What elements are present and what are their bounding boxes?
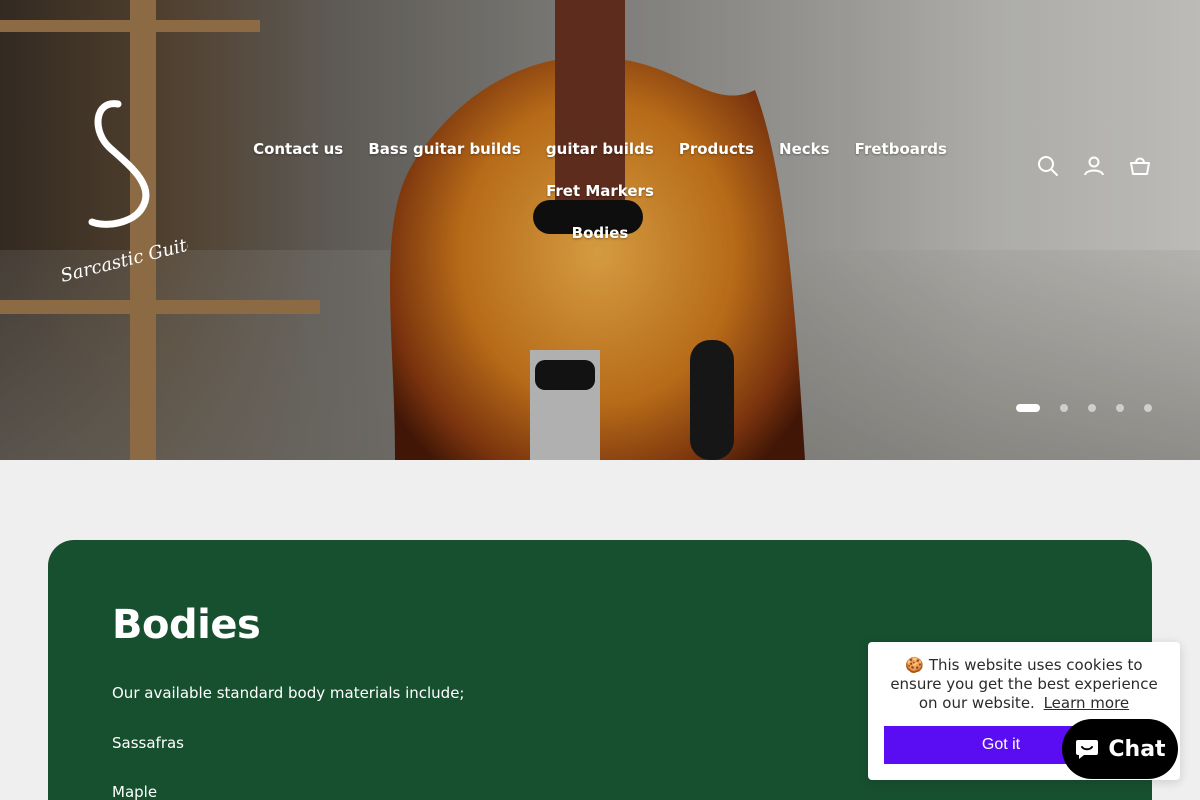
chat-bubble-icon: [1076, 740, 1099, 759]
header-icons: [1036, 154, 1152, 178]
nav-fretboards[interactable]: Fretboards: [855, 140, 947, 158]
learn-more-link[interactable]: Learn more: [1044, 694, 1130, 712]
search-icon[interactable]: [1036, 154, 1060, 178]
material-item: Sassafras: [112, 734, 184, 752]
slider-dot-4[interactable]: [1116, 404, 1124, 412]
nav-necks[interactable]: Necks: [779, 140, 830, 158]
nav-contact-us[interactable]: Contact us: [253, 140, 343, 158]
nav-products[interactable]: Products: [679, 140, 754, 158]
nav-guitar-builds[interactable]: guitar builds: [546, 140, 654, 158]
intro-text: Our available standard body materials in…: [112, 684, 465, 702]
page-title: Bodies: [112, 602, 261, 648]
main-nav: Contact us Bass guitar builds guitar bui…: [200, 128, 1000, 254]
logo-mark: Sarcastic Guitars: [58, 100, 217, 287]
slider-dot-2[interactable]: [1060, 404, 1068, 412]
chat-label: Chat: [1108, 736, 1166, 762]
chat-button[interactable]: Chat: [1062, 719, 1178, 779]
cookie-icon: 🍪: [905, 656, 925, 674]
slider-pagination: [1016, 404, 1152, 412]
nav-bodies[interactable]: Bodies: [572, 224, 629, 242]
site-logo[interactable]: Sarcastic Guitars: [58, 96, 217, 287]
material-item: Maple: [112, 783, 158, 800]
slider-dot-3[interactable]: [1088, 404, 1096, 412]
cookie-message: 🍪 This website uses cookies to ensure yo…: [868, 642, 1180, 713]
slider-dot-5[interactable]: [1144, 404, 1152, 412]
slider-dot-1[interactable]: [1016, 404, 1040, 412]
nav-bass-guitar-builds[interactable]: Bass guitar builds: [368, 140, 520, 158]
nav-fret-markers[interactable]: Fret Markers: [546, 182, 654, 200]
cart-icon[interactable]: [1128, 154, 1152, 178]
logo-text: Sarcastic Guitars: [58, 228, 188, 286]
account-icon[interactable]: [1082, 154, 1106, 178]
